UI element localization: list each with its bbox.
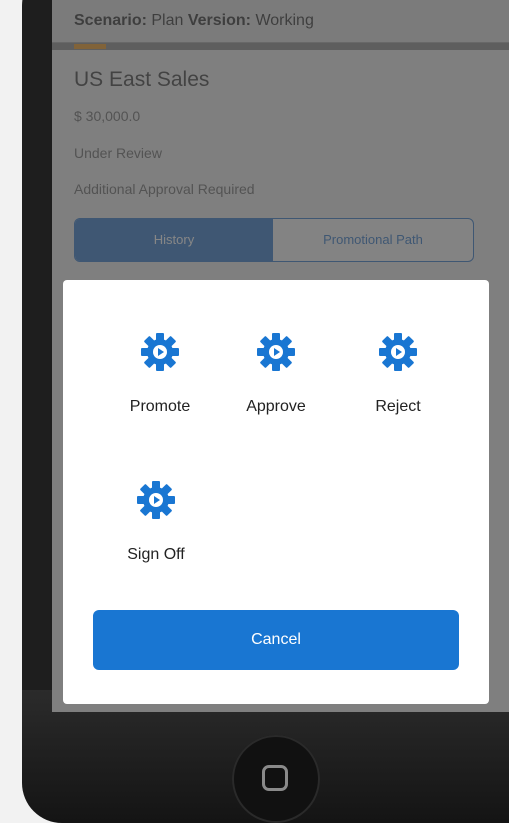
gear-play-icon xyxy=(138,330,182,374)
action-label: Approve xyxy=(246,398,306,415)
cancel-button[interactable]: Cancel xyxy=(93,610,459,670)
home-square-icon xyxy=(262,765,288,791)
gear-play-icon xyxy=(134,478,178,522)
promote-button[interactable]: Promote xyxy=(105,330,215,416)
approve-button[interactable]: Approve xyxy=(221,330,331,416)
sign-off-button[interactable]: Sign Off xyxy=(101,478,211,564)
home-button[interactable] xyxy=(232,735,320,823)
gear-play-icon xyxy=(376,330,420,374)
action-label: Promote xyxy=(129,398,191,415)
action-label: Reject xyxy=(375,398,421,415)
gear-play-icon xyxy=(254,330,298,374)
action-sheet: Promote Approve Reject Sign Off Cancel xyxy=(63,280,489,704)
reject-button[interactable]: Reject xyxy=(343,330,453,416)
action-label: Sign Off xyxy=(127,546,185,563)
